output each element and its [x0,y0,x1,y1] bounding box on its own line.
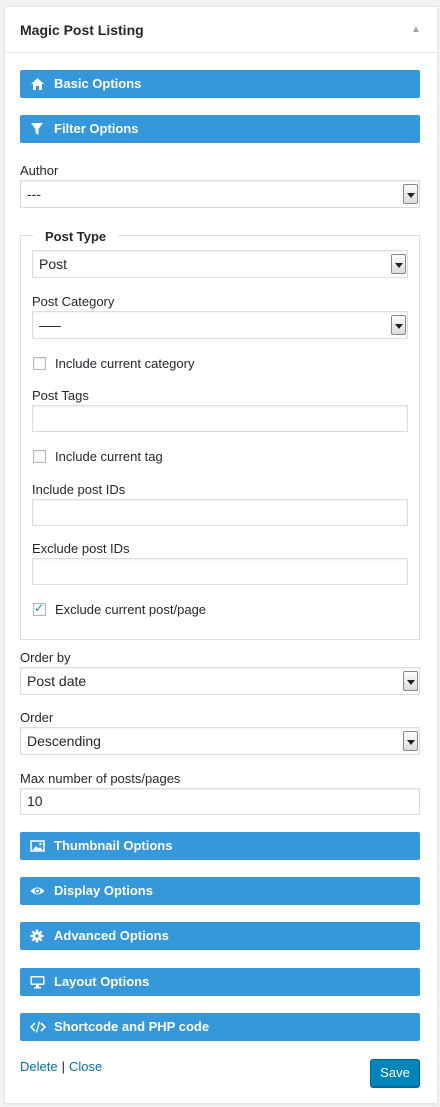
advanced-options-label: Advanced Options [54,928,169,943]
include-current-category-label: Include current category [55,356,195,371]
gear-icon [30,929,44,943]
order-by-label: Order by [20,650,71,665]
post-type-select-value: Post [39,256,68,272]
basic-options-label: Basic Options [54,76,142,91]
chevron-down-icon [403,671,418,691]
shortcode-options-toggle[interactable]: Shortcode and PHP code [20,1013,420,1041]
order-label: Order [20,710,54,725]
max-posts-input[interactable]: 10 [20,788,420,815]
exclude-ids-label: Exclude post IDs [32,541,130,556]
post-type-select[interactable]: Post [32,250,408,278]
max-posts-label: Max number of posts/pages [20,771,181,786]
include-current-tag-checkbox[interactable] [33,450,46,463]
thumbnail-options-toggle[interactable]: Thumbnail Options [20,832,420,860]
display-options-label: Display Options [54,883,153,898]
exclude-ids-input[interactable] [32,558,408,585]
widget-title: Magic Post Listing [20,22,144,38]
caret-up-icon[interactable]: ▲ [405,19,427,41]
monitor-icon [30,975,45,989]
include-current-category-checkbox[interactable] [33,357,46,370]
post-category-select[interactable]: —– [32,311,408,339]
post-tags-label: Post Tags [32,388,89,403]
order-by-select-value: Post date [27,673,87,689]
chevron-down-icon [391,254,406,274]
post-category-select-value: —– [39,317,61,333]
save-button[interactable]: Save [370,1059,420,1087]
eye-icon [30,884,45,898]
advanced-options-toggle[interactable]: Advanced Options [20,922,420,950]
chevron-down-icon [403,731,418,751]
author-label: Author [20,163,59,178]
code-icon [30,1020,46,1034]
order-select-value: Descending [27,733,101,749]
close-link[interactable]: Close [69,1059,102,1074]
filter-icon [30,122,44,136]
exclude-current-label: Exclude current post/page [55,602,207,617]
layout-options-toggle[interactable]: Layout Options [20,968,420,996]
widget-panel: Magic Post Listing ▲ Basic Options Filte… [4,6,438,1104]
display-options-toggle[interactable]: Display Options [20,877,420,905]
shortcode-options-label: Shortcode and PHP code [54,1019,210,1034]
footer-separator: | [61,1059,65,1074]
widget-footer-links: Delete | Close [20,1059,102,1074]
basic-options-toggle[interactable]: Basic Options [20,70,420,98]
delete-link[interactable]: Delete [20,1059,58,1074]
include-ids-input[interactable] [32,499,408,526]
layout-options-label: Layout Options [54,974,150,989]
filter-options-toggle[interactable]: Filter Options [20,115,420,143]
exclude-current-checkbox[interactable] [33,601,46,616]
thumbnail-options-label: Thumbnail Options [54,838,173,853]
order-select[interactable]: Descending [20,727,420,755]
filter-options-label: Filter Options [54,121,139,136]
post-tags-input[interactable] [32,405,408,432]
order-by-select[interactable]: Post date [20,667,420,695]
author-select-value: --- [27,186,41,202]
post-type-legend: Post Type [33,229,119,244]
image-icon [30,839,45,853]
home-icon [30,77,44,91]
chevron-down-icon [391,315,406,335]
author-select[interactable]: --- [20,180,420,208]
include-ids-label: Include post IDs [32,482,126,497]
widget-header[interactable]: Magic Post Listing ▲ [5,7,437,53]
include-current-tag-label: Include current tag [55,449,163,464]
post-category-label: Post Category [32,294,115,309]
chevron-down-icon [403,184,418,204]
